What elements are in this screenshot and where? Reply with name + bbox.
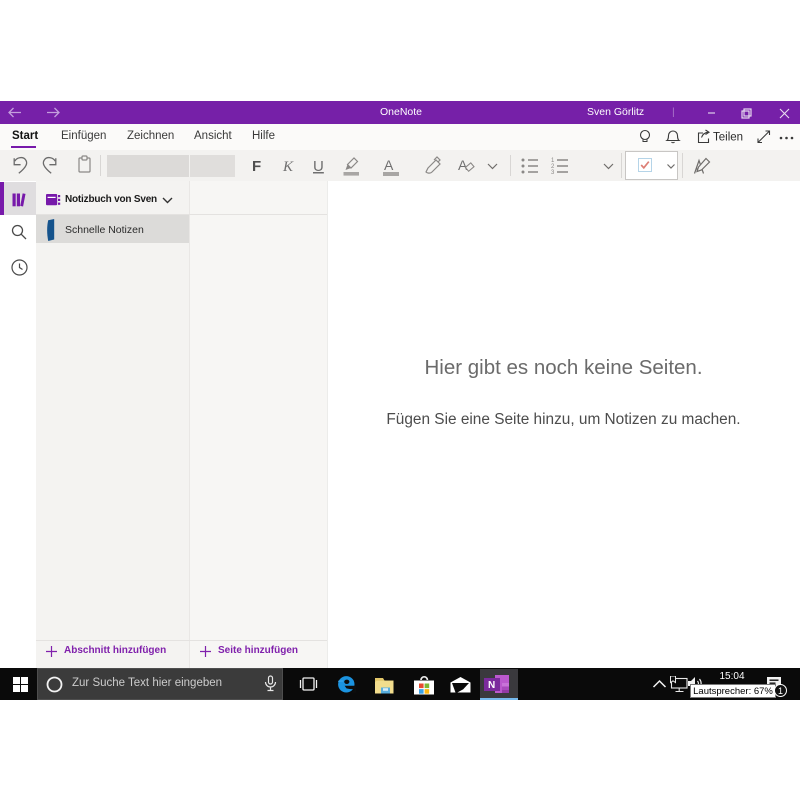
svg-text:A: A [458, 157, 468, 173]
svg-text:F: F [252, 158, 261, 175]
svg-text:3: 3 [551, 170, 555, 176]
svg-text:K: K [282, 159, 294, 175]
svg-text:N: N [488, 680, 495, 691]
svg-text:Teilen: Teilen [713, 132, 743, 144]
svg-text:U: U [313, 158, 324, 175]
svg-text:A: A [384, 157, 394, 173]
